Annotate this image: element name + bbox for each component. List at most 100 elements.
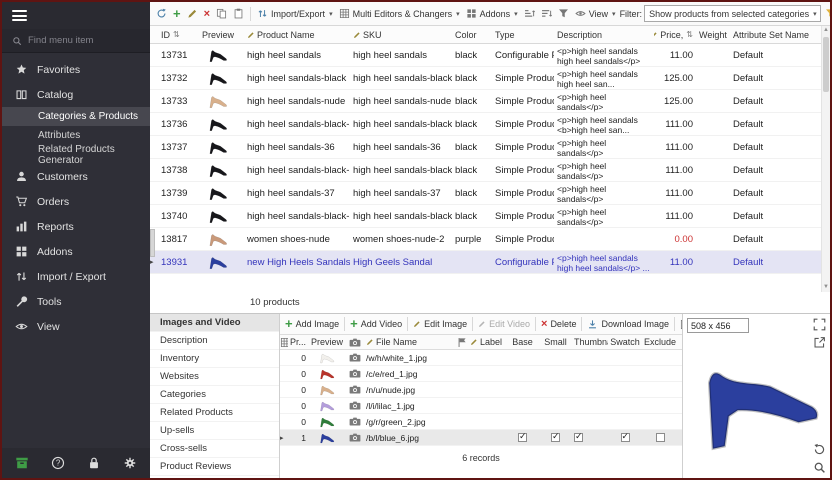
- sidebar-item-catalog[interactable]: Catalog: [2, 82, 150, 107]
- scroll-up-icon[interactable]: ▲: [822, 26, 830, 35]
- zoom-image-button[interactable]: [813, 461, 826, 474]
- scroll-down-icon[interactable]: ▼: [822, 283, 830, 292]
- product-row-13739[interactable]: 13739 high heel sandals-37 high heel san…: [150, 182, 821, 205]
- clear-filter-button[interactable]: [556, 6, 571, 21]
- refresh-button[interactable]: [154, 6, 169, 21]
- download-image-button[interactable]: Download Image: [585, 317, 671, 332]
- add-video-button[interactable]: +Add Video: [348, 317, 404, 331]
- vertical-scrollbar[interactable]: ▲ ▼: [821, 26, 830, 292]
- fit-image-button[interactable]: [813, 318, 826, 331]
- col-description[interactable]: Description: [554, 29, 654, 40]
- tab-related-products[interactable]: Related Products: [150, 404, 279, 422]
- sidebar-item-import-export[interactable]: Import / Export: [2, 264, 150, 289]
- tab-description[interactable]: Description: [150, 332, 279, 350]
- addons-menu[interactable]: Addons▾: [464, 6, 520, 21]
- sidebar-item-addons[interactable]: Addons: [2, 239, 150, 264]
- base-checkbox[interactable]: [518, 433, 527, 442]
- sidebar-item-customers[interactable]: Customers: [2, 164, 150, 189]
- help-button[interactable]: [51, 456, 65, 470]
- col-pr[interactable]: Pr...: [288, 337, 308, 347]
- col-product-name[interactable]: Product Name: [244, 30, 350, 40]
- col-exclude[interactable]: Exclude: [642, 337, 678, 347]
- image-row[interactable]: 0 /c/e/red_1.jpg: [280, 366, 682, 382]
- edit-video-button[interactable]: Edit Video: [476, 317, 532, 331]
- col-weight[interactable]: Weight: [696, 30, 730, 40]
- sidebar-item-categories-products[interactable]: Categories & Products: [2, 107, 150, 126]
- col-attribute-set[interactable]: Attribute Set Name: [730, 30, 816, 40]
- product-row-13733[interactable]: 13733 high heel sandals-nude high heel s…: [150, 90, 821, 113]
- image-row[interactable]: 0 /n/u/nude.jpg: [280, 382, 682, 398]
- small-checkbox[interactable]: [551, 433, 560, 442]
- sidebar-item-view[interactable]: View: [2, 314, 150, 339]
- category-filter-select[interactable]: Show products from selected categories▾: [644, 5, 821, 22]
- add-product-button[interactable]: +: [171, 7, 183, 21]
- product-row-13817[interactable]: 13817 women shoes-nude women shoes-nude-…: [150, 228, 821, 251]
- edit-image-button[interactable]: Edit Image: [411, 317, 469, 331]
- tab-inventory[interactable]: Inventory: [150, 350, 279, 368]
- col-small[interactable]: Small: [539, 337, 572, 347]
- image-size-input[interactable]: [687, 318, 749, 333]
- sort-asc-button[interactable]: [522, 6, 537, 21]
- product-row-13737[interactable]: 13737 high heel sandals-36 high heel san…: [150, 136, 821, 159]
- filters-menu[interactable]: Filters▾: [823, 6, 830, 21]
- sidebar-splitter[interactable]: [150, 229, 155, 257]
- product-row-13736[interactable]: 13736 high heel sandals-black-36 high he…: [150, 113, 821, 136]
- delete-product-button[interactable]: ×: [202, 7, 212, 21]
- store-button[interactable]: [15, 456, 29, 470]
- col-type[interactable]: Type: [492, 30, 554, 40]
- tab-websites[interactable]: Websites: [150, 368, 279, 386]
- lock-button[interactable]: [87, 456, 101, 470]
- sidebar-item-attributes[interactable]: Attributes: [2, 126, 150, 145]
- col-color[interactable]: Color: [452, 30, 492, 40]
- row-expander[interactable]: ▸: [150, 258, 158, 266]
- col-id[interactable]: ID⇅: [158, 30, 192, 40]
- col-sku[interactable]: SKU: [350, 30, 452, 40]
- col-preview[interactable]: Preview: [192, 30, 244, 40]
- col-camera[interactable]: [346, 338, 364, 347]
- exclude-checkbox[interactable]: [656, 433, 665, 442]
- menu-icon[interactable]: [12, 8, 27, 24]
- image-row[interactable]: 0 /g/r/green_2.jpg: [280, 414, 682, 430]
- sidebar-item-related-products-generator[interactable]: Related Products Generator: [2, 145, 150, 164]
- view-menu[interactable]: View▾: [573, 6, 618, 21]
- sidebar-item-reports[interactable]: Reports: [2, 214, 150, 239]
- image-row[interactable]: ▸ 1 /b/l/blue_6.jpg: [280, 430, 682, 446]
- copy-button[interactable]: [214, 6, 229, 21]
- product-row-13740[interactable]: 13740 high heel sandals-black-38 high he…: [150, 205, 821, 228]
- paste-button[interactable]: [231, 6, 246, 21]
- col-price[interactable]: Price,⇅: [654, 30, 696, 40]
- swatch-checkbox[interactable]: [621, 433, 630, 442]
- sidebar-item-orders[interactable]: Orders: [2, 189, 150, 214]
- edit-product-button[interactable]: [185, 6, 200, 21]
- thumbnail-checkbox[interactable]: [574, 433, 583, 442]
- image-row[interactable]: 0 /w/h/white_1.jpg: [280, 350, 682, 366]
- product-row-13931[interactable]: ▸ 13931 new High Heels Sandals High Geel…: [150, 251, 821, 274]
- import-export-menu[interactable]: Import/Export▾: [255, 6, 335, 21]
- tab-product-reviews[interactable]: Product Reviews: [150, 458, 279, 476]
- col-swatch[interactable]: Swatch: [608, 337, 642, 347]
- product-row-13731[interactable]: 13731 high heel sandals high heel sandal…: [150, 44, 821, 67]
- col-image-preview[interactable]: Preview: [308, 337, 346, 347]
- tab-images-and-video[interactable]: Images and Video: [150, 314, 279, 332]
- col-flag[interactable]: [456, 337, 468, 348]
- sidebar-item-favorites[interactable]: Favorites: [2, 57, 150, 82]
- col-label[interactable]: Label: [468, 337, 506, 347]
- sidebar-item-tools[interactable]: Tools: [2, 289, 150, 314]
- image-row[interactable]: 0 /l/i/lilac_1.jpg: [280, 398, 682, 414]
- multi-editors-menu[interactable]: Multi Editors & Changers▾: [337, 6, 462, 21]
- sidebar-search[interactable]: Find menu item: [2, 29, 150, 53]
- scrollbar-thumb[interactable]: [823, 37, 829, 92]
- rotate-image-button[interactable]: [813, 443, 826, 456]
- add-image-button[interactable]: +Add Image: [283, 317, 341, 331]
- col-base[interactable]: Base: [506, 337, 539, 347]
- col-file-name[interactable]: File Name: [364, 337, 456, 347]
- product-row-13732[interactable]: 13732 high heel sandals-black high heel …: [150, 67, 821, 90]
- settings-button[interactable]: [123, 456, 137, 470]
- tab-categories[interactable]: Categories: [150, 386, 279, 404]
- tab-cross-sells[interactable]: Cross-sells: [150, 440, 279, 458]
- product-row-13738[interactable]: 13738 high heel sandals-black-37 high he…: [150, 159, 821, 182]
- sort-desc-button[interactable]: [539, 6, 554, 21]
- tab-up-sells[interactable]: Up-sells: [150, 422, 279, 440]
- col-thumbnail[interactable]: Thumbna: [572, 337, 608, 347]
- delete-button[interactable]: ×Delete: [539, 317, 578, 331]
